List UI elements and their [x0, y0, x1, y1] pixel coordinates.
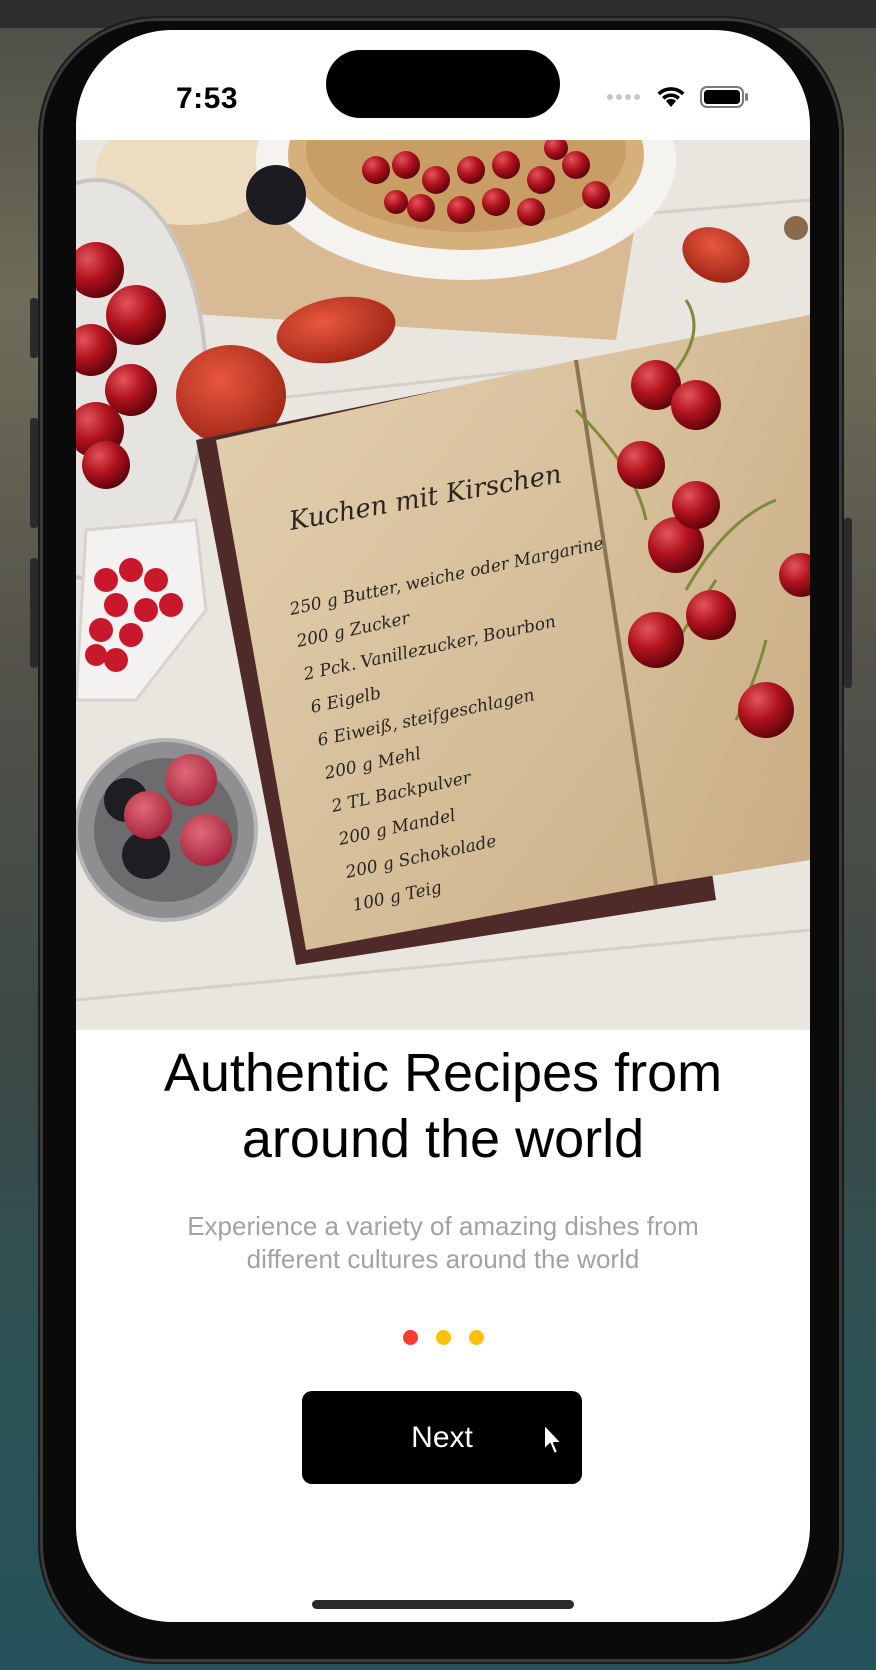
mouse-pointer-icon: [543, 1423, 563, 1455]
subtitle-line-2: different cultures around the world: [246, 1244, 640, 1274]
dynamic-island: [326, 50, 560, 118]
page-indicator[interactable]: [76, 1330, 810, 1345]
onboarding-title: Authentic Recipes from around the world: [116, 1040, 770, 1172]
next-button-label: Next: [411, 1420, 473, 1454]
next-button[interactable]: Next: [302, 1391, 582, 1484]
volume-up-button: [30, 418, 38, 528]
recipe-book-photo: Kuchen mit Kirschen 250 g Butter, weiche…: [76, 140, 810, 1030]
wifi-icon: [657, 87, 685, 107]
title-line-2: around the world: [241, 1109, 645, 1169]
page-dot[interactable]: [402, 1330, 418, 1345]
page-dot[interactable]: [435, 1330, 451, 1345]
mute-switch: [30, 298, 38, 358]
title-line-1: Authentic Recipes from: [163, 1043, 723, 1103]
cellular-signal-icon: [607, 94, 640, 100]
status-time: 7:53: [176, 82, 239, 115]
status-icons: [606, 86, 750, 108]
app-screen: 7:53 Kuchen mit Kirschen 250 g Butter, w…: [76, 30, 810, 1622]
power-button: [844, 518, 852, 688]
page-dot[interactable]: [468, 1330, 484, 1345]
hero-image: Kuchen mit Kirschen 250 g Butter, weiche…: [76, 140, 810, 1030]
subtitle-line-1: Experience a variety of amazing dishes f…: [187, 1211, 699, 1241]
battery-icon: [700, 86, 748, 108]
home-indicator[interactable]: [312, 1600, 574, 1609]
onboarding-subtitle: Experience a variety of amazing dishes f…: [136, 1210, 750, 1276]
volume-down-button: [30, 558, 38, 668]
